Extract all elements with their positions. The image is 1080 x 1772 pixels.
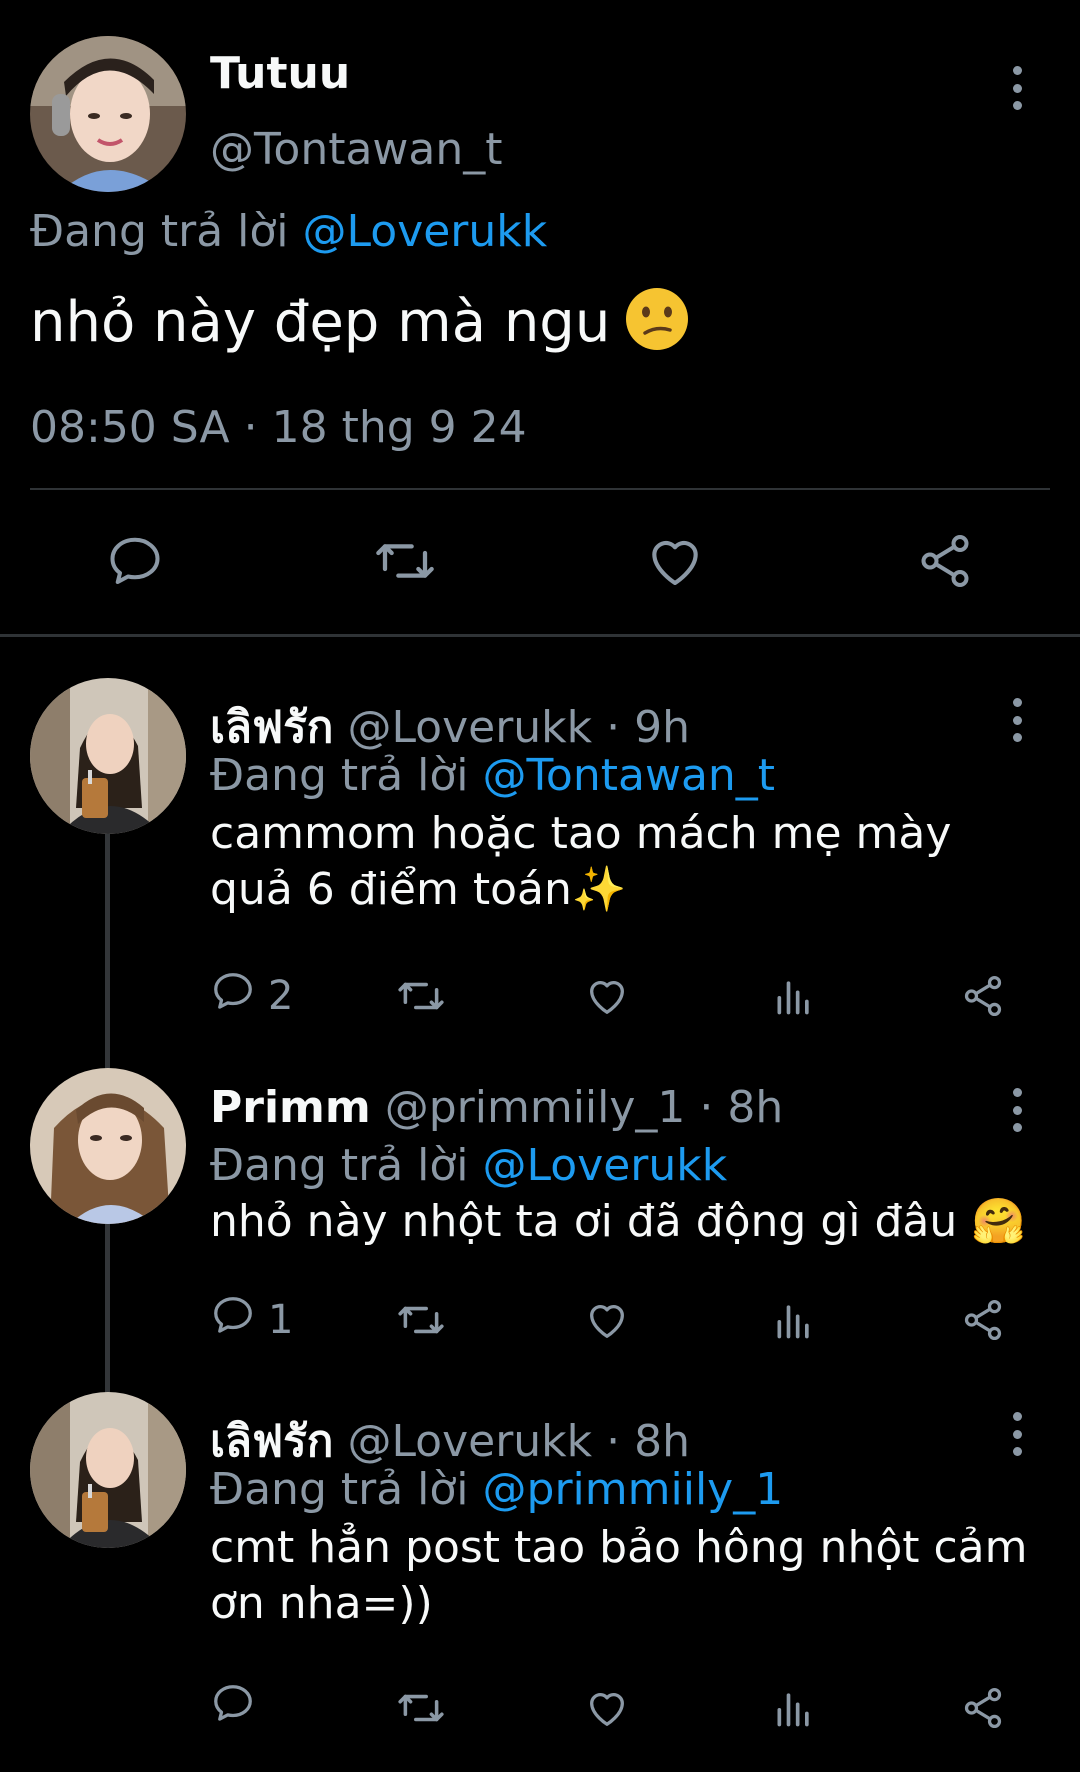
share-icon[interactable] bbox=[960, 1292, 1006, 1348]
tweet-thread-page: Tutuu @Tontawan_t Đang trả lời @Loverukk… bbox=[0, 0, 1080, 1772]
reply-text: cammom hoặc tao mách mẹ mày quả 6 điểm t… bbox=[210, 808, 952, 915]
share-icon[interactable] bbox=[910, 526, 980, 596]
main-tweet: Tutuu @Tontawan_t Đang trả lời @Loverukk… bbox=[0, 0, 1080, 637]
more-icon[interactable] bbox=[1010, 1412, 1024, 1456]
user-handle[interactable]: @Loverukk · 9h bbox=[347, 702, 690, 753]
reply-tweet[interactable]: เลิฟรัก @Loverukk · 8h Đang trả lời @pri… bbox=[0, 1392, 1080, 1772]
like-icon[interactable] bbox=[584, 968, 630, 1024]
replying-to: Đang trả lời @Loverukk bbox=[210, 1140, 727, 1191]
reply-actions: 1 bbox=[210, 1292, 1030, 1348]
display-name[interactable]: Tutuu bbox=[210, 48, 350, 99]
reply-button[interactable]: 2 bbox=[210, 968, 293, 1024]
tweet-timestamp[interactable]: 08:50 SA · 18 thg 9 24 bbox=[30, 402, 527, 453]
more-icon[interactable] bbox=[1010, 1088, 1024, 1132]
retweet-icon[interactable] bbox=[396, 968, 446, 1024]
replying-to: Đang trả lời @primmiily_1 bbox=[210, 1464, 783, 1515]
like-icon[interactable] bbox=[584, 1680, 630, 1736]
mention-link[interactable]: @Loverukk bbox=[483, 1140, 728, 1191]
user-handle[interactable]: @primmiily_1 · 8h bbox=[385, 1082, 784, 1133]
reply-text: nhỏ này nhột ta ơi đã động gì đâu 🤗 bbox=[210, 1196, 1027, 1247]
reply-icon bbox=[210, 968, 256, 1024]
retweet-icon[interactable] bbox=[370, 526, 440, 596]
replying-prefix: Đang trả lời bbox=[210, 750, 469, 801]
mention-link[interactable]: @Loverukk bbox=[303, 206, 548, 257]
reply-tweet[interactable]: Primm @primmiily_1 · 8h Đang trả lời @Lo… bbox=[0, 1068, 1080, 1460]
reply-icon bbox=[210, 1680, 256, 1736]
views-icon[interactable] bbox=[772, 968, 816, 1024]
like-icon[interactable] bbox=[640, 526, 710, 596]
user-handle[interactable]: @Tontawan_t bbox=[210, 124, 503, 175]
replying-to: Đang trả lời @Tontawan_t bbox=[210, 750, 775, 801]
avatar[interactable] bbox=[30, 36, 186, 192]
views-icon[interactable] bbox=[772, 1292, 816, 1348]
more-icon[interactable] bbox=[1010, 66, 1024, 110]
reply-icon[interactable] bbox=[100, 526, 170, 596]
replying-prefix: Đang trả lời bbox=[30, 206, 289, 257]
avatar[interactable] bbox=[30, 1392, 186, 1548]
tweet-text: nhỏ này đẹp mà ngu bbox=[30, 286, 690, 366]
reply-icon bbox=[210, 1292, 256, 1348]
mention-link[interactable]: @Tontawan_t bbox=[483, 750, 776, 801]
retweet-icon[interactable] bbox=[396, 1680, 446, 1736]
views-icon[interactable] bbox=[772, 1680, 816, 1736]
display-name[interactable]: Primm bbox=[210, 1082, 371, 1133]
tweet-actions bbox=[0, 526, 1080, 596]
reply-actions: 2 bbox=[210, 968, 1030, 1024]
reply-header: Primm @primmiily_1 · 8h bbox=[210, 1082, 783, 1133]
reply-tweet[interactable]: เลิฟรัก @Loverukk · 9h Đang trả lời @Ton… bbox=[0, 678, 1080, 1070]
avatar[interactable] bbox=[30, 678, 186, 834]
share-icon[interactable] bbox=[960, 968, 1006, 1024]
divider bbox=[30, 488, 1050, 490]
user-handle[interactable]: @Loverukk · 8h bbox=[347, 1416, 690, 1467]
mention-link[interactable]: @primmiily_1 bbox=[483, 1464, 784, 1515]
replying-to: Đang trả lời @Loverukk bbox=[30, 206, 547, 257]
reply-actions bbox=[210, 1680, 1030, 1736]
share-icon[interactable] bbox=[960, 1680, 1006, 1736]
confused-face-icon bbox=[624, 286, 690, 366]
avatar[interactable] bbox=[30, 1068, 186, 1224]
more-icon[interactable] bbox=[1010, 698, 1024, 742]
retweet-icon[interactable] bbox=[396, 1292, 446, 1348]
reply-button[interactable] bbox=[210, 1680, 268, 1736]
replying-prefix: Đang trả lời bbox=[210, 1140, 469, 1191]
reply-button[interactable]: 1 bbox=[210, 1292, 293, 1348]
display-name[interactable]: เลิฟรัก bbox=[210, 702, 333, 753]
thread-line bbox=[105, 834, 110, 1070]
display-name[interactable]: เลิฟรัก bbox=[210, 1416, 333, 1467]
reply-text: cmt hẳn post tao bảo hông nhột cảm ơn nh… bbox=[210, 1522, 1028, 1629]
replying-prefix: Đang trả lời bbox=[210, 1464, 469, 1515]
reply-count: 1 bbox=[268, 1297, 294, 1343]
tweet-text-body: nhỏ này đẹp mà ngu bbox=[30, 290, 611, 356]
reply-count: 2 bbox=[268, 973, 294, 1019]
like-icon[interactable] bbox=[584, 1292, 630, 1348]
